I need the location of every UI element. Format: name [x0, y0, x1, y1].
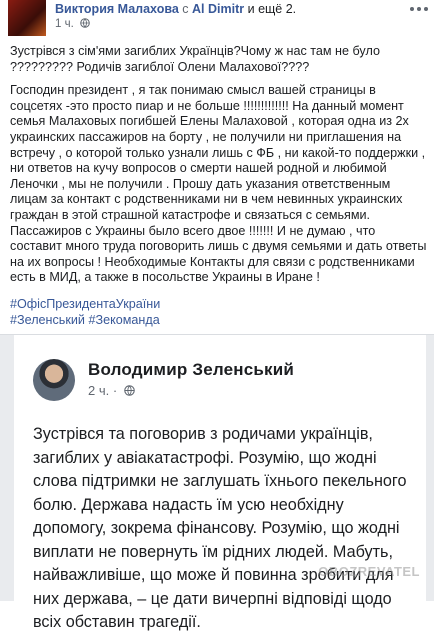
- post-body: Зустрівся з сім'ями загиблих Українців?Ч…: [10, 44, 428, 294]
- shared-author-avatar[interactable]: [33, 359, 75, 401]
- hashtag-zelenskyi[interactable]: #Зеленський: [10, 313, 85, 327]
- shared-post-meta: 2 ч. ·: [88, 383, 135, 399]
- post-paragraph-1: Зустрівся з сім'ями загиблих Українців?Ч…: [10, 44, 380, 74]
- globe-icon: [124, 384, 135, 399]
- post-header: Виктория Малахова с Al Dimitr и ещё 2. 1…: [0, 0, 434, 36]
- shared-post-text: Зустрівся та поговорив з родичами україн…: [33, 425, 407, 631]
- tagged-person-link[interactable]: Al Dimitr: [192, 2, 244, 16]
- more-options-icon[interactable]: [410, 4, 428, 14]
- meta-separator: ·: [112, 383, 118, 398]
- hashtags: #ОфісПрезидентаУкраїни #Зеленський #Зеко…: [10, 296, 160, 328]
- shared-author-name[interactable]: Володимир Зеленський: [88, 360, 294, 380]
- post-paragraph-2: Господин президент , я так понимаю смысл…: [10, 83, 427, 285]
- shared-post-time[interactable]: 2 ч.: [88, 383, 109, 398]
- hashtag-ofis[interactable]: #ОфісПрезидентаУкраїни: [10, 297, 160, 311]
- tag-prefix: с: [182, 2, 189, 16]
- post-meta: 1 ч.: [55, 18, 90, 31]
- author-name[interactable]: Виктория Малахова: [55, 2, 179, 16]
- shared-left-edge: [0, 335, 14, 601]
- hashtag-zekomanda[interactable]: #Зекоманда: [88, 313, 159, 327]
- author-line: Виктория Малахова с Al Dimitr и ещё 2.: [55, 2, 296, 17]
- globe-icon: [80, 18, 90, 31]
- post-time[interactable]: 1 ч.: [55, 18, 74, 30]
- shared-post: Володимир Зеленський 2 ч. · Зустрівся та…: [0, 334, 434, 631]
- shared-right-edge: [426, 335, 434, 601]
- watermark: OBOZREVATEL: [318, 564, 420, 579]
- tag-suffix[interactable]: и ещё 2.: [248, 2, 297, 16]
- author-avatar[interactable]: [8, 0, 46, 36]
